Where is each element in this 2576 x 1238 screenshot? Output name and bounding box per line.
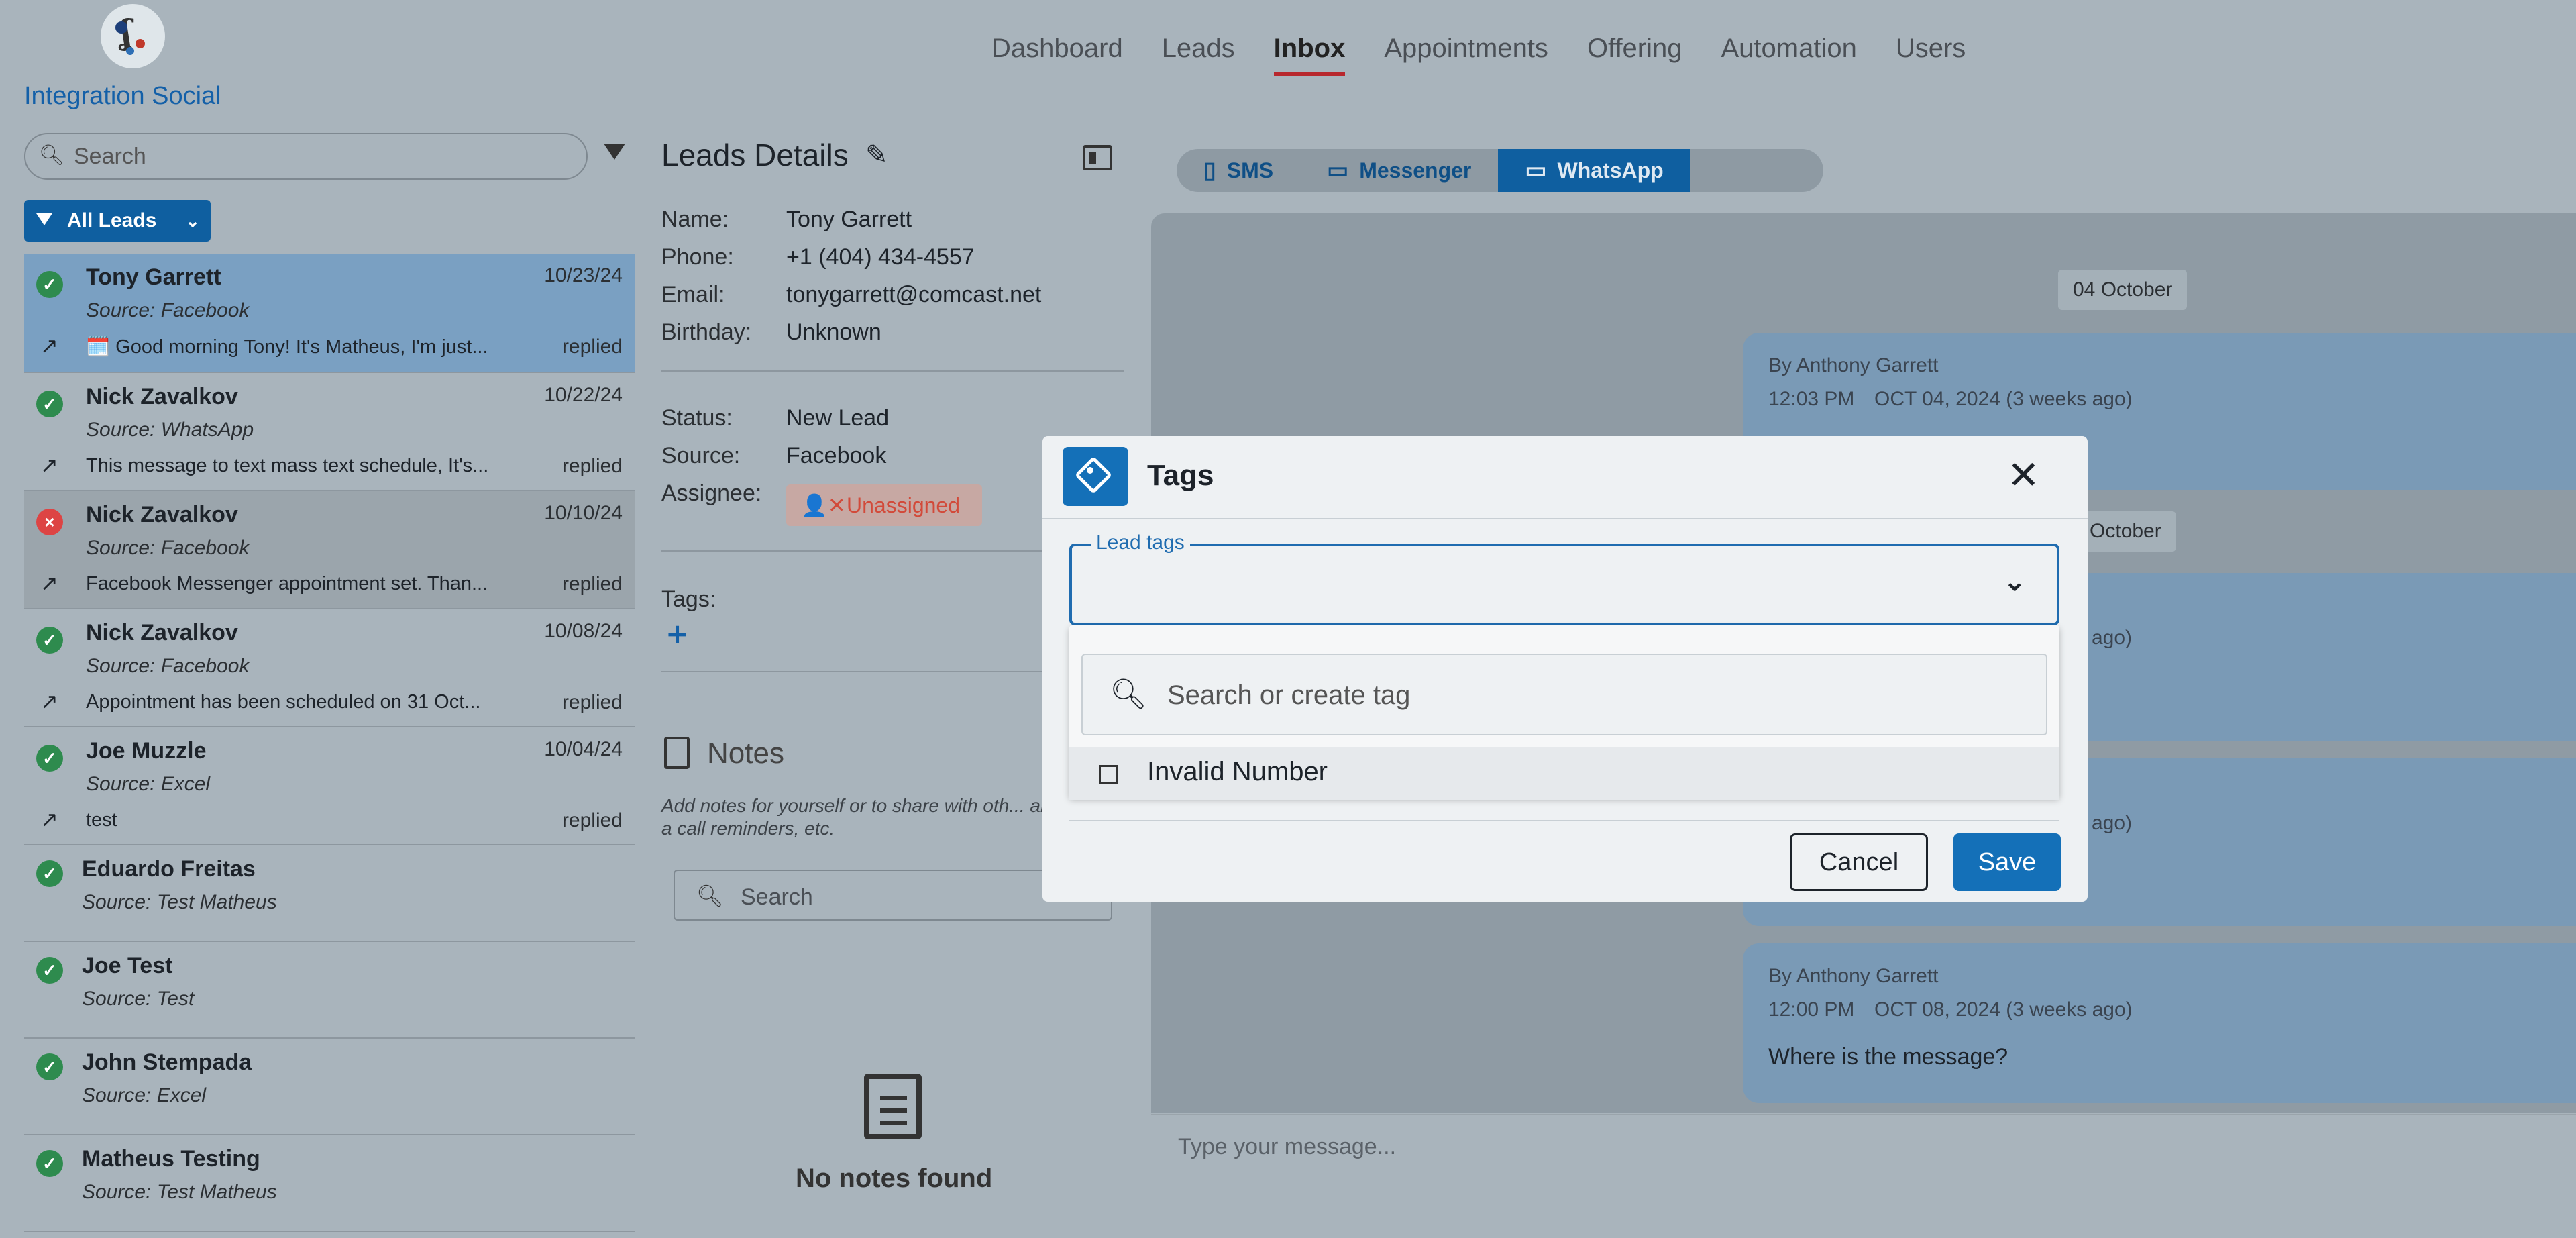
status-check-icon: ✓ <box>36 745 63 772</box>
tab-sms[interactable]: ▯ SMS <box>1177 149 1300 192</box>
status-check-icon: ✓ <box>36 860 63 887</box>
detail-phone-row: Phone: +1 (404) 434-4557 <box>661 244 975 270</box>
tag-search-input[interactable]: 🔍︎ Search or create tag <box>1081 654 2047 735</box>
top-nav: Dashboard Leads Inbox Appointments Offer… <box>991 34 1966 76</box>
status-check-icon: ✓ <box>36 1150 63 1177</box>
chevron-down-icon: ⌄ <box>185 211 200 231</box>
reply-arrow-icon: ↗ <box>40 333 58 358</box>
reply-arrow-icon: ↗ <box>40 689 58 713</box>
collapse-panel-icon[interactable] <box>1083 145 1112 170</box>
message-composer[interactable]: Type your message... <box>1151 1114 2576 1238</box>
chat-icon: ▭ <box>1525 158 1547 183</box>
message-bubble: By Anthony Garrett 12:00 PM OCT 08, 2024… <box>1743 943 2576 1103</box>
status-check-icon: ✓ <box>36 627 63 654</box>
filter-icon <box>36 213 52 225</box>
no-notes-text: No notes found <box>796 1164 993 1193</box>
status-check-icon: ✓ <box>36 271 63 298</box>
add-tag-icon[interactable]: + <box>665 617 689 650</box>
brand-logo: ʆ <box>101 4 165 68</box>
tab-whatsapp[interactable]: ▭ WhatsApp <box>1498 149 1690 192</box>
divider <box>661 370 1124 372</box>
divider <box>1069 820 2059 821</box>
empty-notes-document-icon <box>864 1074 922 1139</box>
detail-assignee-label: Assignee: <box>661 480 762 506</box>
edit-pencil-icon[interactable]: ✎ <box>865 140 888 170</box>
tag-icon <box>1063 447 1128 506</box>
chevron-down-icon: ⌄ <box>2003 567 2026 597</box>
nav-users[interactable]: Users <box>1896 34 1966 64</box>
nav-leads[interactable]: Leads <box>1162 34 1235 64</box>
lead-item[interactable]: ✓ Matheus Testing Source: Test Matheus <box>24 1135 635 1232</box>
chat-icon: ▭ <box>1327 158 1349 183</box>
lead-item[interactable]: ✓ Joe Muzzle Source: Excel 10/04/24 ↗ te… <box>24 727 635 845</box>
lead-item[interactable]: ✓ Eduardo Freitas Source: Test Matheus <box>24 845 635 942</box>
status-error-icon: × <box>36 509 63 535</box>
channel-tabs: ▯ SMS ▭ Messenger ▭ WhatsApp <box>1177 149 1823 192</box>
nav-appointments[interactable]: Appointments <box>1384 34 1548 64</box>
modal-header: Tags ✕ <box>1042 436 2088 519</box>
detail-name-row: Name: Tony Garrett <box>661 207 912 232</box>
lead-item[interactable]: ✓ Nick Zavalkov Source: WhatsApp 10/22/2… <box>24 373 635 491</box>
reply-arrow-icon: ↗ <box>40 807 58 831</box>
status-check-icon: ✓ <box>36 957 63 984</box>
nav-automation[interactable]: Automation <box>1721 34 1857 64</box>
close-icon[interactable]: ✕ <box>2007 452 2040 498</box>
lead-item[interactable]: ✓ Nick Zavalkov Source: Facebook 10/08/2… <box>24 609 635 727</box>
lead-item[interactable]: ✓ John Stempada Source: Excel <box>24 1039 635 1135</box>
detail-birthday-row: Birthday: Unknown <box>661 319 881 345</box>
date-separator: 04 October <box>2058 270 2188 310</box>
reply-arrow-icon: ↗ <box>40 453 58 477</box>
tags-dropdown: 🔍︎ Search or create tag Invalid Number <box>1069 625 2059 800</box>
cancel-button[interactable]: Cancel <box>1790 833 1928 891</box>
tags-modal: Tags ✕ Lead tags ⌄ 🔍︎ Search or create t… <box>1042 436 2088 902</box>
phone-icon: ▯ <box>1203 158 1216 183</box>
lead-item[interactable]: ✓ Tony Garrett Source: Facebook 10/23/24… <box>24 254 635 373</box>
lead-tags-label: Lead tags <box>1091 531 1190 554</box>
lead-item[interactable]: × Nick Zavalkov Source: Facebook 10/10/2… <box>24 491 635 609</box>
status-check-icon: ✓ <box>36 1053 63 1080</box>
notes-help-text: Add notes for yourself or to share with … <box>661 795 1077 839</box>
modal-title: Tags <box>1147 459 1214 492</box>
details-title: Leads Details <box>661 138 849 172</box>
lead-tags-select[interactable]: Lead tags ⌄ <box>1069 531 2059 625</box>
search-icon: 🔍︎ <box>696 883 724 909</box>
search-icon: 🔍︎ <box>39 144 65 167</box>
nav-inbox[interactable]: Inbox <box>1273 34 1345 76</box>
save-button[interactable]: Save <box>1953 833 2061 891</box>
tag-option[interactable]: Invalid Number <box>1069 747 2059 800</box>
lead-search-input[interactable]: 🔍︎ Search <box>24 133 588 180</box>
user-remove-icon: 👤✕ <box>801 493 846 517</box>
lead-item[interactable]: ✓ Joe Test Source: Test <box>24 942 635 1039</box>
notes-document-icon <box>664 737 690 769</box>
detail-status-row: Status: New Lead <box>661 405 890 431</box>
status-check-icon: ✓ <box>36 391 63 417</box>
detail-source-row: Source: Facebook <box>661 443 887 468</box>
filter-icon[interactable] <box>604 144 625 160</box>
nav-dashboard[interactable]: Dashboard <box>991 34 1123 64</box>
notes-title: Notes <box>707 737 784 770</box>
detail-email-row: Email: tonygarrett@comcast.net <box>661 282 1042 307</box>
search-icon: 🔍︎ <box>1110 678 1147 711</box>
reply-arrow-icon: ↗ <box>40 571 58 595</box>
checkbox[interactable] <box>1099 765 1118 784</box>
assignee-button[interactable]: 👤✕ Unassigned <box>786 484 982 526</box>
brand-name: Integration Social <box>24 82 221 110</box>
nav-offering[interactable]: Offering <box>1587 34 1682 64</box>
tags-label: Tags: <box>661 586 716 612</box>
tab-messenger[interactable]: ▭ Messenger <box>1300 149 1498 192</box>
all-leads-filter-button[interactable]: All Leads ⌄ <box>24 200 211 242</box>
